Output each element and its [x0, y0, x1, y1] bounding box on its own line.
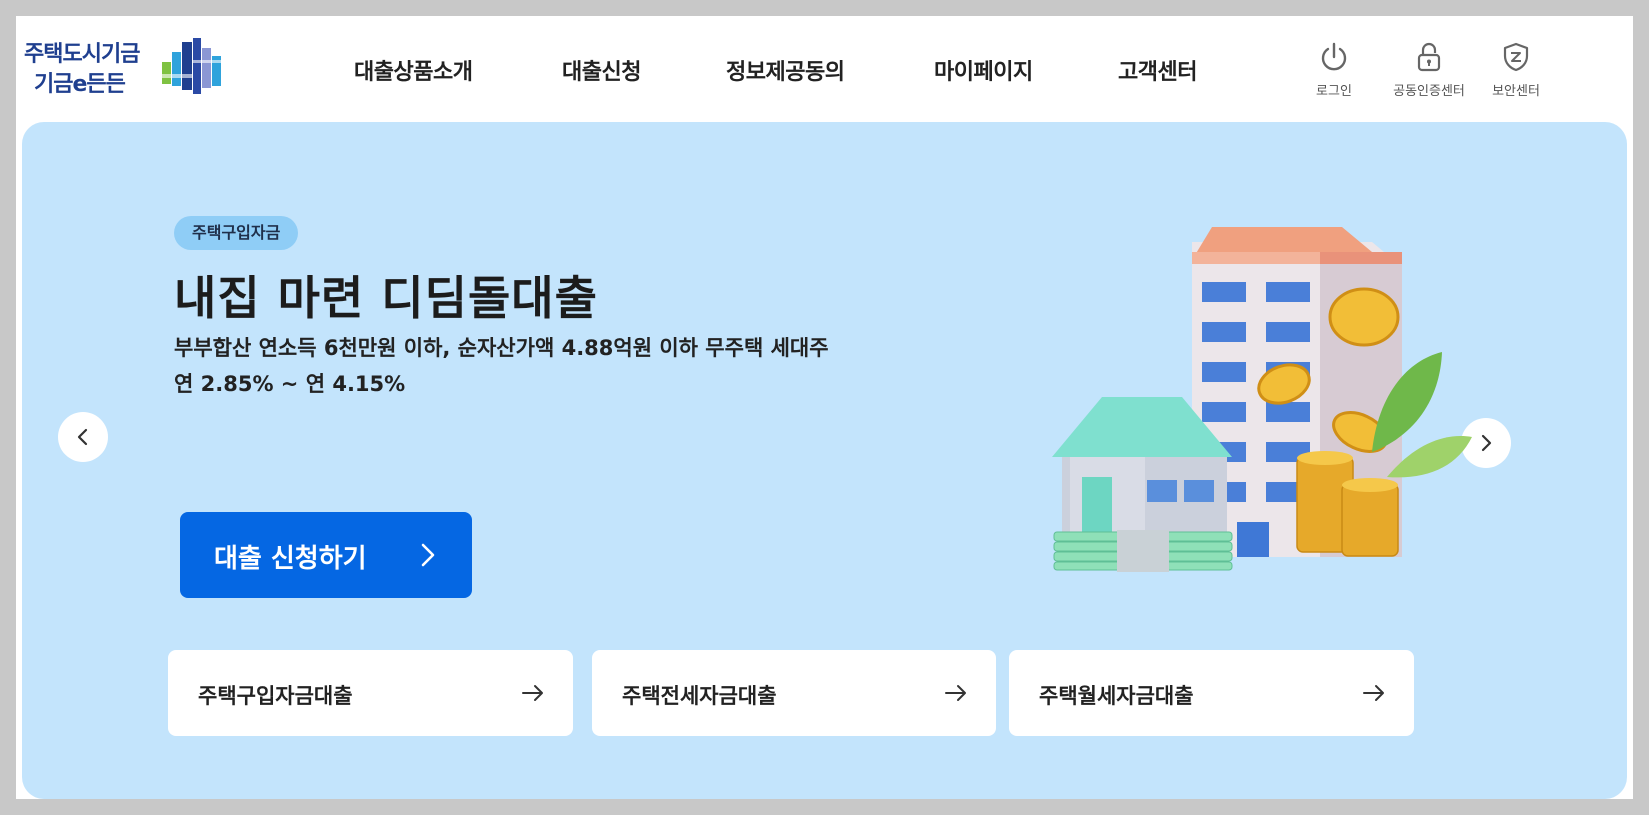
- apply-loan-button[interactable]: 대출 신청하기: [180, 512, 472, 598]
- house-building-coins-illustration: [1052, 227, 1472, 572]
- nav-item-loan-apply[interactable]: 대출신청: [562, 54, 641, 86]
- login-label: 로그인: [1316, 84, 1352, 99]
- shield-icon: [1503, 42, 1529, 72]
- nav-item-mypage[interactable]: 마이페이지: [934, 54, 1033, 86]
- page-frame: 주택도시기금 기금e든든 대출상품소개 대출신청 정보제공동의 마이페이지 고객…: [16, 16, 1633, 799]
- quick-link-label: 주택전세자금대출: [622, 684, 777, 708]
- certificate-center-button[interactable]: 공동인증센터: [1386, 42, 1472, 99]
- certificate-center-label: 공동인증센터: [1393, 84, 1465, 99]
- quick-link-monthly-rent-loan[interactable]: 주택월세자금대출: [1009, 650, 1414, 736]
- nav-item-info-consent[interactable]: 정보제공동의: [726, 54, 845, 86]
- apply-loan-label: 대출 신청하기: [214, 544, 367, 574]
- nav-item-loan-products[interactable]: 대출상품소개: [354, 54, 473, 86]
- quick-link-home-purchase-loan[interactable]: 주택구입자금대출: [168, 650, 573, 736]
- hero-description: 부부합산 연소득 6천만원 이하, 순자산가액 4.88억원 이하 무주택 세대…: [174, 336, 829, 360]
- lock-icon: [1417, 42, 1441, 72]
- security-center-button[interactable]: 보안센터: [1488, 42, 1544, 99]
- hero-interest-rate: 연 2.85% ~ 연 4.15%: [174, 372, 406, 396]
- hero-title: 내집 마련 디딤돌대출: [174, 271, 598, 325]
- power-icon: [1321, 42, 1347, 71]
- arrow-right-icon: [1363, 685, 1384, 701]
- chevron-left-icon: [77, 428, 88, 446]
- quick-link-label: 주택구입자금대출: [198, 684, 353, 708]
- carousel-prev-button[interactable]: [58, 412, 108, 462]
- arrow-right-icon: [522, 685, 543, 701]
- category-badge: 주택구입자금: [174, 216, 299, 250]
- login-button[interactable]: 로그인: [1312, 42, 1356, 99]
- nav-item-customer-center[interactable]: 고객센터: [1118, 54, 1197, 86]
- security-center-label: 보안센터: [1492, 84, 1540, 99]
- arrow-right-icon: [945, 685, 966, 701]
- quick-link-jeonse-loan[interactable]: 주택전세자금대출: [592, 650, 996, 736]
- hero-banner: 주택구입자금 내집 마련 디딤돌대출 부부합산 연소득 6천만원 이하, 순자산…: [22, 122, 1627, 799]
- chevron-right-icon: [421, 543, 435, 567]
- quick-link-label: 주택월세자금대출: [1039, 684, 1194, 708]
